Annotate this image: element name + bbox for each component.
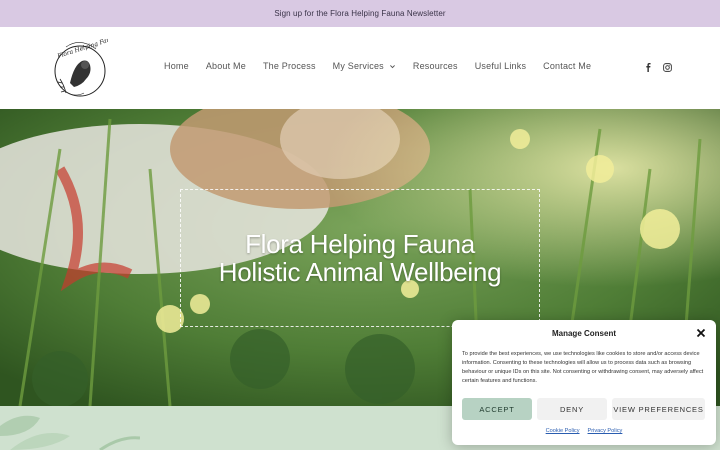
social-links xyxy=(644,63,672,72)
hero-subtitle: Holistic Animal Wellbeing xyxy=(218,257,502,287)
logo-icon: Flora Helping Fauna xyxy=(54,34,119,97)
main-nav: Home About Me The Process My Services Re… xyxy=(164,61,608,71)
nav-label: About Me xyxy=(205,61,246,71)
leaf-decoration-icon xyxy=(0,415,141,450)
cookie-consent-dialog: Manage Consent To provide the best exper… xyxy=(452,320,716,445)
accept-button[interactable]: ACCEPT xyxy=(462,398,532,420)
nav-item-about[interactable]: About Me xyxy=(206,61,246,71)
hero-title: Flora Helping Fauna xyxy=(245,229,475,259)
nav-item-services[interactable]: My Services xyxy=(333,61,396,71)
consent-body: To provide the best experiences, we use … xyxy=(462,351,704,384)
nav-label: Resources xyxy=(412,61,458,71)
privacy-policy-link[interactable]: Privacy Policy xyxy=(588,428,623,434)
nav-label: My Services xyxy=(332,61,384,71)
newsletter-link[interactable]: Sign up for the Flora Helping Fauna News… xyxy=(274,9,445,18)
view-preferences-button[interactable]: VIEW PREFERENCES xyxy=(612,398,705,420)
hero-text-frame: Flora Helping Fauna Holistic Animal Well… xyxy=(180,189,540,327)
nav-label: The Process xyxy=(262,61,316,71)
deny-button[interactable]: DENY xyxy=(537,398,607,420)
instagram-icon[interactable] xyxy=(663,63,672,72)
nav-item-resources[interactable]: Resources xyxy=(413,61,458,71)
consent-title: Manage Consent xyxy=(551,329,616,338)
nav-label: Contact Me xyxy=(543,61,592,71)
site-logo[interactable]: Flora Helping Fauna xyxy=(52,34,119,99)
consent-buttons: ACCEPT DENY VIEW PREFERENCES xyxy=(462,398,705,420)
nav-item-contact[interactable]: Contact Me xyxy=(543,61,591,71)
nav-item-useful-links[interactable]: Useful Links xyxy=(475,61,526,71)
consent-policy-links: Cookie Policy Privacy Policy xyxy=(452,428,716,434)
cookie-policy-link[interactable]: Cookie Policy xyxy=(546,428,580,434)
nav-label: Home xyxy=(164,61,189,71)
close-icon[interactable] xyxy=(696,328,706,338)
chevron-down-icon xyxy=(389,64,395,68)
site-header: Flora Helping Fauna Home About Me The Pr… xyxy=(0,27,720,109)
nav-label: Useful Links xyxy=(474,61,527,71)
facebook-icon[interactable] xyxy=(644,63,653,72)
newsletter-bar: Sign up for the Flora Helping Fauna News… xyxy=(0,0,720,27)
nav-item-process[interactable]: The Process xyxy=(263,61,316,71)
nav-item-home[interactable]: Home xyxy=(164,61,189,71)
